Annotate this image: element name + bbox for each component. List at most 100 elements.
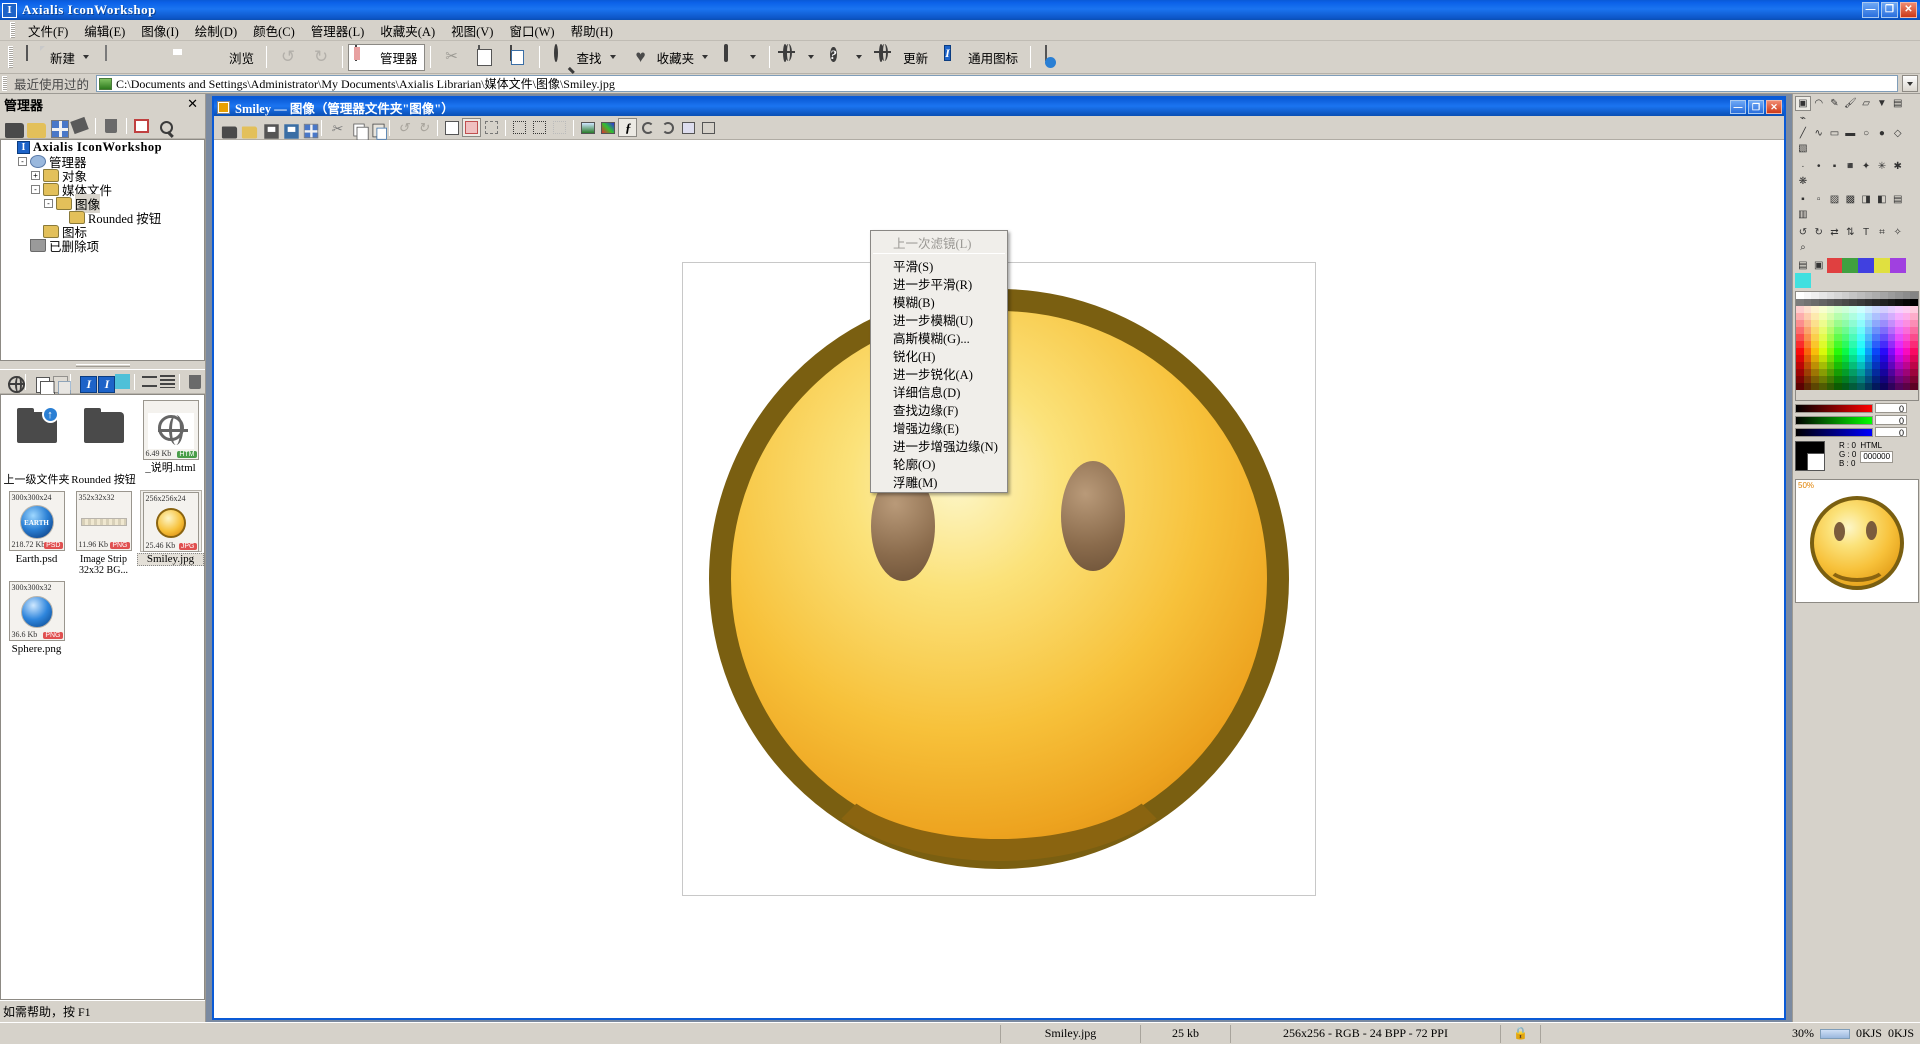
palette-swatch4-icon[interactable] <box>1873 258 1890 273</box>
brush-size-2-icon[interactable]: • <box>1811 159 1827 174</box>
effect-emboss-icon[interactable]: ◧ <box>1874 192 1890 207</box>
menu-item-enhance-edges-more[interactable]: 进一步增强边缘(N) <box>871 436 1007 454</box>
palette-swatch[interactable] <box>1811 292 1819 299</box>
palette-swatch[interactable] <box>1872 327 1880 334</box>
palette-swatch[interactable] <box>1887 348 1896 355</box>
palette-swatch[interactable] <box>1864 299 1873 306</box>
tree-item-1[interactable]: - 管理器 <box>1 154 204 170</box>
palette-swatch[interactable] <box>1879 355 1888 362</box>
palette-swatch[interactable] <box>1857 362 1865 369</box>
palette-swatch[interactable] <box>1803 306 1812 313</box>
palette-swatch[interactable] <box>1902 313 1911 320</box>
download-globe-button[interactable] <box>4 372 25 393</box>
palette-swatch[interactable] <box>1796 292 1804 299</box>
palette-swatch[interactable] <box>1857 383 1865 390</box>
palette-swatch[interactable] <box>1826 362 1835 369</box>
palette-swatch[interactable] <box>1849 306 1857 313</box>
palette-swatch[interactable] <box>1818 348 1827 355</box>
palette-swatch[interactable] <box>1841 320 1850 327</box>
palette-swatch[interactable] <box>1910 313 1918 320</box>
palette-swatch[interactable] <box>1864 376 1873 383</box>
palette-swatch[interactable] <box>1849 376 1857 383</box>
palette-swatch[interactable] <box>1864 348 1873 355</box>
palette-swatch[interactable] <box>1841 362 1850 369</box>
palette-swatch[interactable] <box>1895 334 1903 341</box>
tool-ellipse-icon[interactable]: ○ <box>1858 126 1874 141</box>
new-library-button[interactable] <box>48 116 69 138</box>
details-view-button[interactable] <box>140 372 157 392</box>
tool-rect-fill-icon[interactable]: ▬ <box>1842 126 1858 141</box>
rotate-ccw-icon[interactable]: ↺ <box>1795 225 1811 240</box>
palette-swatch[interactable] <box>1887 306 1896 313</box>
menu-item-blur[interactable]: 模糊(B) <box>871 292 1007 310</box>
palette-swatch[interactable] <box>1887 320 1896 327</box>
palette-swatch[interactable] <box>1872 313 1880 320</box>
search-button[interactable] <box>154 116 174 136</box>
thumbnail-item[interactable]: Rounded 按钮 <box>70 399 137 486</box>
palette-swatch[interactable] <box>1841 383 1850 390</box>
palette-swatch[interactable] <box>1910 348 1918 355</box>
find-button[interactable]: 查找 <box>545 44 624 71</box>
palette-swatch1-icon[interactable] <box>1826 258 1843 273</box>
palette-swatch[interactable] <box>1834 355 1842 362</box>
menu-image[interactable]: 图像(I) <box>133 19 187 42</box>
tool-brush-icon[interactable]: 🖌 <box>1842 96 1858 111</box>
palette-swatch[interactable] <box>1818 341 1827 348</box>
palette-swatch[interactable] <box>1857 355 1865 362</box>
palette-swatch[interactable] <box>1879 369 1888 376</box>
palette-swatch[interactable] <box>1879 376 1888 383</box>
palette-swatch[interactable] <box>1895 383 1903 390</box>
palette-swatch[interactable] <box>1910 292 1918 299</box>
rotate-right-button[interactable] <box>658 118 677 137</box>
zoom-fit-button[interactable] <box>462 118 481 137</box>
chevron-down-icon[interactable] <box>750 55 757 59</box>
palette-swatch[interactable] <box>1857 369 1865 376</box>
palette-swatch[interactable] <box>1796 334 1804 341</box>
zoom-slider[interactable] <box>1819 1028 1850 1039</box>
palette-swatch[interactable] <box>1803 383 1812 390</box>
palette-swatch[interactable] <box>1841 341 1850 348</box>
brush-size-8-icon[interactable]: ❋ <box>1795 174 1811 189</box>
palette-swatch[interactable] <box>1910 320 1918 327</box>
palette-swatch[interactable] <box>1857 327 1865 334</box>
flip-v-icon[interactable]: ⇅ <box>1842 225 1858 240</box>
palette-swatch[interactable] <box>1818 383 1827 390</box>
palette-swatch[interactable] <box>1826 292 1835 299</box>
close-button[interactable]: ✕ <box>1900 2 1917 18</box>
palette-swatch[interactable] <box>1879 348 1888 355</box>
palette-swatch[interactable] <box>1864 334 1873 341</box>
palette-swatch[interactable] <box>1872 341 1880 348</box>
palette-swatch[interactable] <box>1895 341 1903 348</box>
undo-button[interactable]: ↺ <box>272 44 304 71</box>
effect-smooth-icon[interactable]: ▫ <box>1811 192 1827 207</box>
palette-swatch[interactable] <box>1902 341 1911 348</box>
menu-item-detail[interactable]: 详细信息(D) <box>871 382 1007 400</box>
palette-swatch[interactable] <box>1887 362 1896 369</box>
thumbnail-item[interactable]: 256x256x24 25.46 Kb JPG Smiley.jpg <box>137 490 204 576</box>
add-icon-button[interactable]: I <box>76 372 98 393</box>
palette-swatch[interactable] <box>1849 355 1857 362</box>
palette-swatch[interactable] <box>1902 327 1911 334</box>
palette-swatch[interactable] <box>1834 334 1842 341</box>
filter-menu-button[interactable]: ƒ <box>618 118 637 137</box>
palette-swatch[interactable] <box>1864 355 1873 362</box>
palette-swatch[interactable] <box>1811 299 1819 306</box>
red-channel-value[interactable]: 0 <box>1875 403 1907 414</box>
color-palette[interactable] <box>1795 291 1919 401</box>
effect-more-icon[interactable]: ▥ <box>1795 207 1811 222</box>
palette-swatch[interactable] <box>1803 334 1812 341</box>
palette-swatch[interactable] <box>1879 306 1888 313</box>
palette-swatch[interactable] <box>1895 376 1903 383</box>
palette-swatch[interactable] <box>1857 348 1865 355</box>
menu-view[interactable]: 视图(V) <box>443 19 501 42</box>
child-maximize-button[interactable]: ❐ <box>1748 100 1764 114</box>
palette-swatch[interactable] <box>1803 355 1812 362</box>
palette-swatch[interactable] <box>1811 362 1819 369</box>
palette-swatch[interactable] <box>1841 334 1850 341</box>
open-recent-button[interactable] <box>131 44 163 71</box>
paste-thumb-button[interactable] <box>49 372 72 396</box>
manager-panel-close-icon[interactable]: ✕ <box>187 96 201 112</box>
address-dropdown-button[interactable] <box>1902 75 1918 92</box>
color-adjust-button[interactable] <box>598 118 617 137</box>
palette-swatch[interactable] <box>1849 292 1857 299</box>
